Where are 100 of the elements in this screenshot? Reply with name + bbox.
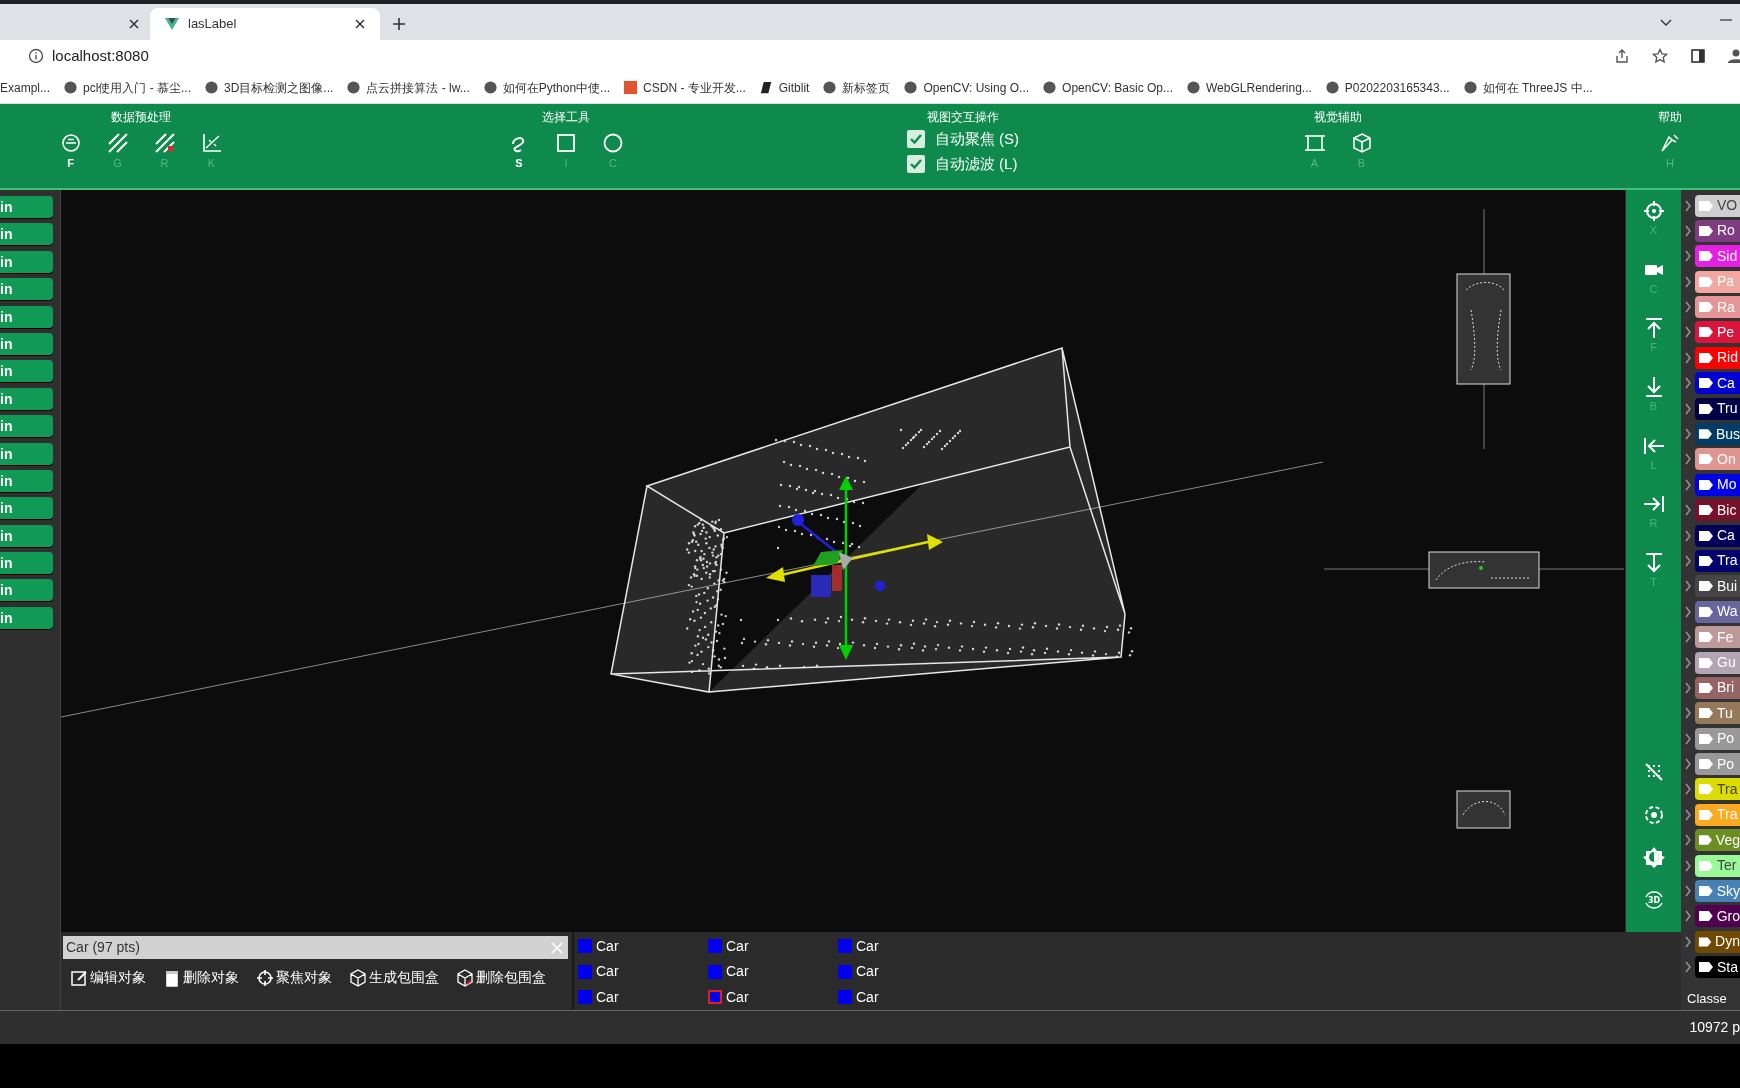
chevron-right-icon[interactable] (1684, 655, 1692, 670)
transform-gizmo[interactable] (766, 476, 943, 660)
class-label[interactable]: Bus (1695, 423, 1740, 445)
action-button[interactable]: 删除包围盒 (456, 967, 546, 988)
bounding-box[interactable] (610, 347, 1126, 693)
class-label[interactable]: Mo (1695, 473, 1740, 496)
sidebar-icon[interactable] (1690, 48, 1706, 64)
class-label[interactable]: On (1695, 448, 1740, 471)
class-label[interactable]: Po (1695, 753, 1740, 776)
action-button[interactable]: 编辑对象 (70, 967, 146, 988)
star-icon[interactable] (1652, 48, 1668, 64)
bookmark[interactable]: pcl使用入门 - 慕尘... (63, 78, 192, 97)
class-label[interactable]: Veg (1695, 829, 1740, 852)
chevron-right-icon[interactable] (1684, 807, 1692, 822)
view-tool-button[interactable]: 3D (1633, 889, 1674, 932)
front-view-thumbnail[interactable] (1456, 790, 1511, 829)
class-label[interactable]: Dyn (1695, 930, 1740, 953)
chevron-right-icon[interactable] (1684, 401, 1692, 416)
side-button[interactable]: in (0, 552, 53, 575)
bookmark[interactable]: OpenCV: Using O... (903, 78, 1030, 97)
browser-tab[interactable]: lasLabel (150, 8, 380, 40)
class-label[interactable]: Bui (1695, 575, 1740, 598)
plus-icon[interactable] (392, 17, 406, 31)
object-item[interactable]: Car (708, 935, 838, 957)
side-button[interactable]: in (0, 415, 53, 438)
bookmark[interactable]: WebGLRendering... (1186, 78, 1312, 97)
side-button[interactable]: in (0, 442, 53, 465)
object-item[interactable]: Car (578, 960, 708, 983)
chevron-right-icon[interactable] (1684, 325, 1692, 340)
chevron-right-icon[interactable] (1684, 934, 1692, 949)
tool-button[interactable]: S (505, 132, 533, 169)
action-button[interactable]: 聚焦对象 (256, 967, 332, 988)
class-label[interactable]: Tra (1695, 778, 1740, 801)
class-label[interactable]: Fe (1695, 626, 1740, 649)
address-field[interactable]: localhost:8080 (52, 44, 149, 68)
chevron-right-icon[interactable] (1684, 731, 1692, 746)
bookmark[interactable]: 如何在 ThreeJS 中... (1462, 78, 1593, 97)
chevron-right-icon[interactable] (1684, 579, 1692, 594)
chevron-right-icon[interactable] (1684, 477, 1692, 492)
class-label[interactable]: Rid (1695, 346, 1740, 369)
chevron-right-icon[interactable] (1684, 452, 1692, 467)
chevron-right-icon[interactable] (1684, 706, 1692, 721)
selected-object-field[interactable]: Car (97 pts) (63, 936, 568, 959)
side-view-thumbnail[interactable] (1428, 551, 1540, 589)
chevron-right-icon[interactable] (1684, 249, 1692, 264)
object-item[interactable]: Car (708, 986, 838, 1009)
class-label[interactable]: Tru (1695, 397, 1740, 420)
class-label[interactable]: Ca (1695, 372, 1740, 395)
class-label[interactable]: Sky (1695, 880, 1740, 903)
auto-checkbox[interactable]: 自动聚焦 (S) (906, 128, 1020, 151)
object-item[interactable]: Car (708, 960, 838, 983)
action-button[interactable]: 生成包围盒 (349, 967, 439, 988)
side-button[interactable]: in (0, 497, 53, 520)
class-label[interactable]: Ra (1695, 296, 1740, 319)
class-label[interactable]: Pe (1695, 321, 1740, 344)
bookmark[interactable]: 新标签页 (822, 78, 891, 97)
chevron-right-icon[interactable] (1684, 604, 1692, 619)
chevron-right-icon[interactable] (1684, 376, 1692, 391)
class-label[interactable]: Tu (1695, 702, 1740, 725)
chevron-right-icon[interactable] (1684, 833, 1692, 848)
bookmark[interactable]: Gitblit (758, 78, 810, 97)
chevron-right-icon[interactable] (1684, 757, 1692, 772)
chevron-right-icon[interactable] (1684, 909, 1692, 924)
chevron-right-icon[interactable] (1684, 884, 1692, 899)
class-label[interactable]: Sid (1695, 245, 1740, 268)
checkbox[interactable] (906, 130, 925, 149)
bookmark[interactable]: 3D目标检测之图像... (204, 78, 334, 97)
close-icon[interactable] (354, 18, 366, 30)
chevron-right-icon[interactable] (1684, 782, 1692, 797)
bookmark[interactable]: Exampl... (0, 78, 50, 97)
side-button[interactable]: in (0, 250, 53, 273)
side-button[interactable]: in (0, 360, 53, 383)
side-button[interactable]: in (0, 524, 53, 547)
chevron-right-icon[interactable] (1684, 680, 1692, 695)
class-label[interactable]: Po (1695, 727, 1740, 750)
bookmark[interactable]: 如何在Python中使... (482, 78, 611, 97)
class-label[interactable]: Gro (1695, 905, 1740, 928)
top-view-thumbnail[interactable] (1456, 273, 1511, 385)
chevron-right-icon[interactable] (1684, 350, 1692, 365)
class-label[interactable]: Ro (1695, 219, 1740, 242)
object-item[interactable]: Car (838, 935, 968, 957)
chevron-right-icon[interactable] (1684, 528, 1692, 543)
side-button[interactable]: in (0, 278, 53, 301)
class-label[interactable]: Wa (1695, 600, 1740, 623)
class-label[interactable]: Bri (1695, 676, 1740, 699)
object-item[interactable]: Car (578, 986, 708, 1009)
chevron-right-icon[interactable] (1684, 300, 1692, 315)
side-button[interactable]: in (0, 606, 53, 629)
auto-checkbox[interactable]: 自动滤波 (L) (906, 152, 1020, 175)
chevron-right-icon[interactable] (1684, 858, 1692, 873)
bookmark[interactable]: OpenCV: Basic Op... (1042, 78, 1173, 97)
tool-button[interactable]: F (57, 132, 84, 169)
class-label[interactable]: Tra (1695, 549, 1740, 572)
bookmark[interactable]: P0202203165343... (1324, 78, 1450, 97)
class-label[interactable]: Bic (1695, 499, 1740, 522)
chevron-right-icon[interactable] (1684, 960, 1692, 975)
class-label[interactable]: Ter (1695, 854, 1740, 877)
profile-icon[interactable] (1728, 48, 1740, 64)
side-button[interactable]: in (0, 387, 53, 410)
side-button[interactable]: in (0, 579, 53, 602)
